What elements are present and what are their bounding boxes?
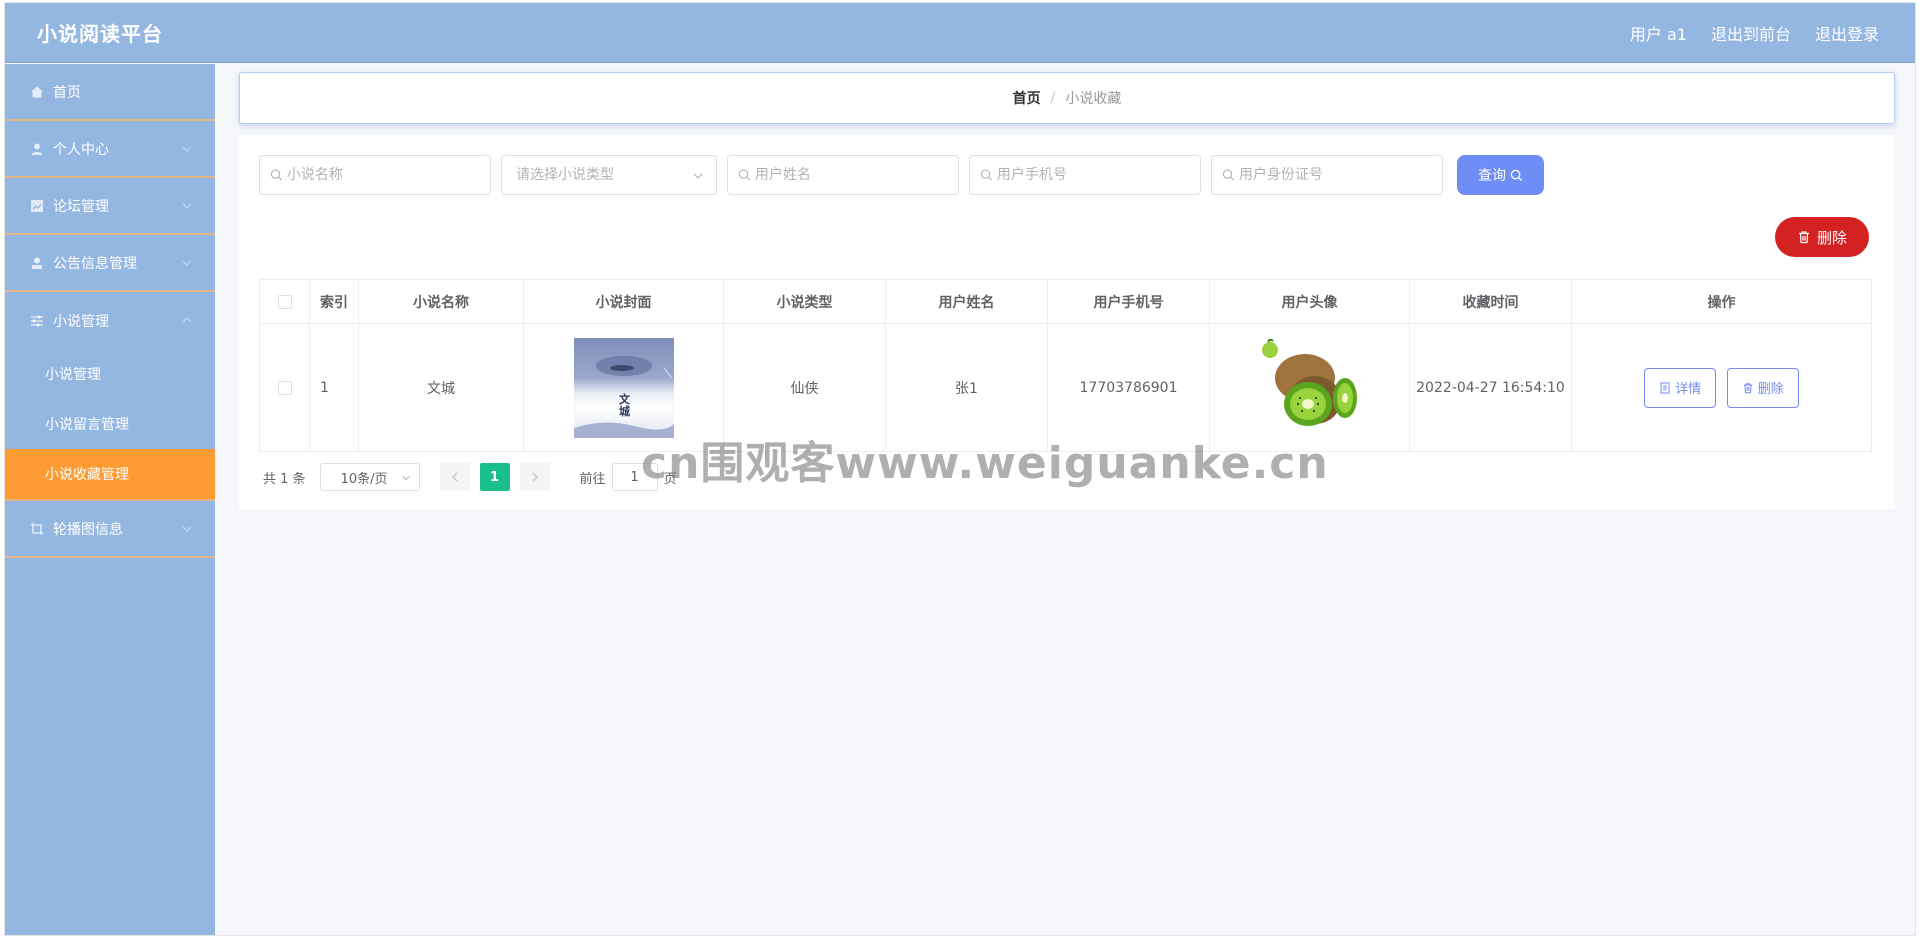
watermark-text: cn围观客www.weiguanke.cn <box>641 438 1329 489</box>
row-delete-button[interactable]: 删除 <box>1726 367 1799 408</box>
col-phone: 用户手机号 <box>1047 279 1210 324</box>
chevron-down-icon <box>693 173 703 179</box>
detail-button[interactable]: 详情 <box>1644 367 1717 408</box>
col-actions: 操作 <box>1571 279 1872 324</box>
home-icon <box>29 84 45 100</box>
current-user-link[interactable]: 用户 a1 <box>1630 21 1687 45</box>
exit-to-front-link[interactable]: 退出到前台 <box>1711 21 1791 45</box>
crop-icon <box>29 521 45 537</box>
next-page-button[interactable] <box>519 463 550 491</box>
search-icon <box>738 169 750 181</box>
query-button-label: 查询 <box>1478 167 1506 183</box>
username-search[interactable] <box>727 155 959 195</box>
sidebar-item-personal-center[interactable]: 个人中心 <box>5 121 215 178</box>
trash-icon <box>1743 382 1753 393</box>
novel-name-input[interactable] <box>286 167 490 183</box>
batch-delete-label: 删除 <box>1816 229 1847 247</box>
chevron-down-icon <box>182 203 192 209</box>
novel-type-select[interactable] <box>501 155 717 195</box>
app-title: 小说阅读平台 <box>37 22 163 46</box>
breadcrumb: 首页 / 小说收藏 <box>239 72 1895 124</box>
username-input[interactable] <box>754 167 958 183</box>
chevron-left-icon <box>451 472 458 482</box>
col-username: 用户姓名 <box>885 279 1048 324</box>
sidebar-item-carousel[interactable]: 轮播图信息 <box>5 501 215 558</box>
logout-link[interactable]: 退出登录 <box>1815 21 1879 45</box>
trash-icon <box>1798 231 1809 244</box>
chevron-right-icon <box>532 472 538 482</box>
sidebar-item-label: 论坛管理 <box>53 198 109 215</box>
search-icon <box>980 169 992 181</box>
phone-search[interactable] <box>969 155 1201 195</box>
sidebar-subitem-novel-favorites[interactable]: 小说收藏管理 <box>5 449 215 499</box>
search-icon <box>1222 169 1234 181</box>
sidebar-item-label: 小说管理 <box>53 313 109 330</box>
breadcrumb-separator: / <box>1050 90 1056 106</box>
sidebar: 首页 个人中心 论坛管理 公告信息管理 小说管理 小说管理 小说留言管理 小说收… <box>5 64 215 935</box>
novel-type-input[interactable] <box>516 167 716 183</box>
row-checkbox[interactable] <box>277 380 292 395</box>
pagination: 共 1 条 10条/页 1 前往 页 <box>263 463 677 491</box>
total-count: 共 1 条 <box>263 471 306 487</box>
search-icon <box>270 169 282 181</box>
sidebar-item-label: 首页 <box>53 84 81 101</box>
sidebar-item-novel-management[interactable]: 小说管理 <box>5 292 215 349</box>
page-number-1[interactable]: 1 <box>479 463 510 491</box>
row-index: 1 <box>309 323 359 452</box>
row-delete-label: 删除 <box>1757 382 1784 397</box>
col-index: 索引 <box>309 279 359 324</box>
sidebar-item-label: 轮播图信息 <box>53 521 123 538</box>
novel-submenu: 小说管理 小说留言管理 小说收藏管理 <box>5 349 215 501</box>
cover-title-text: 文城 <box>619 392 630 418</box>
row-select-cell <box>259 323 310 452</box>
top-header: 小说阅读平台 用户 a1 退出到前台 退出登录 <box>5 3 1915 63</box>
page-size-value: 10条/页 <box>340 471 388 487</box>
sidebar-item-home[interactable]: 首页 <box>5 64 215 121</box>
novel-name-search[interactable] <box>259 155 491 195</box>
chevron-down-icon <box>182 526 192 532</box>
app-frame: 小说阅读平台 用户 a1 退出到前台 退出登录 首页 个人中心 论坛管理 公告信… <box>4 2 1916 936</box>
novel-cover-image: 文城 <box>573 337 674 438</box>
sidebar-subitem-novels[interactable]: 小说管理 <box>5 349 215 399</box>
kiwi-avatar-image <box>1261 338 1357 426</box>
chevron-down-icon <box>182 146 192 152</box>
batch-delete-button[interactable]: 删除 <box>1775 217 1869 257</box>
sidebar-subitem-novel-comments[interactable]: 小说留言管理 <box>5 399 215 449</box>
row-favorite-time: 2022-04-27 16:54:10 <box>1409 323 1572 452</box>
query-button[interactable]: 查询 <box>1457 155 1544 195</box>
sidebar-item-forum[interactable]: 论坛管理 <box>5 178 215 235</box>
sidebar-item-label: 个人中心 <box>53 141 109 158</box>
phone-input[interactable] <box>996 167 1200 183</box>
header-links: 用户 a1 退出到前台 退出登录 <box>1630 21 1879 45</box>
breadcrumb-home[interactable]: 首页 <box>1013 88 1041 108</box>
select-all-cell <box>259 279 310 324</box>
chevron-down-icon <box>401 475 410 481</box>
col-favorite-time: 收藏时间 <box>1409 279 1572 324</box>
goto-label: 前往 <box>579 471 606 487</box>
sliders-icon <box>29 313 45 329</box>
person-icon <box>29 255 45 271</box>
col-novel-cover: 小说封面 <box>523 279 724 324</box>
row-novel-name: 文城 <box>358 323 524 452</box>
table-header-row: 索引 小说名称 小说封面 小说类型 用户姓名 用户手机号 用户头像 收藏时间 操… <box>259 279 1872 324</box>
col-avatar: 用户头像 <box>1209 279 1410 324</box>
col-novel-name: 小说名称 <box>358 279 524 324</box>
idcard-search[interactable] <box>1211 155 1443 195</box>
col-novel-type: 小说类型 <box>723 279 886 324</box>
detail-button-label: 详情 <box>1675 382 1702 397</box>
chevron-down-icon <box>182 260 192 266</box>
row-actions: 详情 删除 <box>1571 323 1872 452</box>
search-icon <box>1510 169 1523 181</box>
document-icon <box>1660 382 1670 393</box>
prev-page-button[interactable] <box>439 463 470 491</box>
sidebar-item-label: 公告信息管理 <box>53 255 137 272</box>
chart-icon <box>29 198 45 214</box>
select-all-checkbox[interactable] <box>277 294 292 309</box>
user-icon <box>29 141 45 157</box>
idcard-input[interactable] <box>1238 167 1442 183</box>
breadcrumb-current: 小说收藏 <box>1065 91 1122 107</box>
page-size-select[interactable]: 10条/页 <box>319 463 420 491</box>
sidebar-item-announcement[interactable]: 公告信息管理 <box>5 235 215 292</box>
chevron-up-icon <box>182 317 192 323</box>
